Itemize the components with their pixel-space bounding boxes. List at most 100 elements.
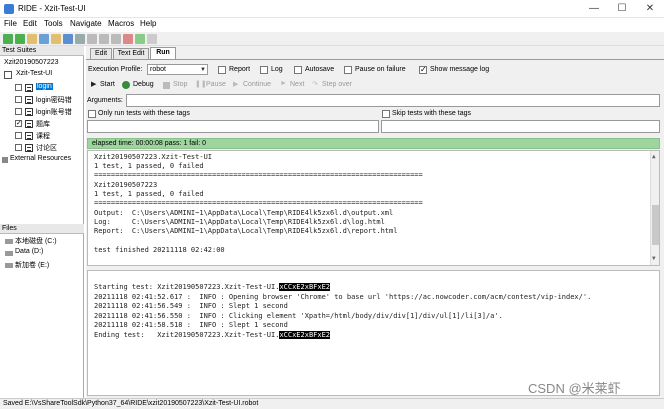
end-prefix: Ending test: Xzit20190507223.Xzit-Test-U…: [94, 331, 280, 339]
search-keywords-icon[interactable]: [87, 34, 97, 44]
step-over-button[interactable]: Step over: [322, 81, 352, 88]
tree-test-course[interactable]: 课程: [36, 131, 50, 141]
scroll-up-icon[interactable]: ▲: [652, 153, 656, 160]
output-line: Xzit20190507223: [94, 181, 158, 189]
menu-navigate[interactable]: Navigate: [70, 19, 102, 28]
open-directory-icon[interactable]: [51, 34, 61, 44]
tree-test-login[interactable]: login: [36, 83, 53, 90]
menu-help[interactable]: Help: [140, 19, 156, 28]
message-line-end: Ending test: Xzit20190507223.Xzit-Test-U…: [94, 331, 331, 339]
log-label: Log: [271, 66, 283, 73]
pause-icon: ❚❚: [195, 81, 207, 88]
minimize-button[interactable]: —: [580, 0, 608, 18]
tree-test-discussion[interactable]: 讨论区: [36, 143, 57, 153]
checkbox-test-course[interactable]: [15, 132, 22, 139]
menu-edit[interactable]: Edit: [23, 19, 37, 28]
continue-button[interactable]: Continue: [243, 81, 271, 88]
start-button[interactable]: Start: [100, 81, 115, 88]
tab-divider: [86, 59, 664, 60]
debug-button[interactable]: Debug: [133, 81, 154, 88]
run-icon[interactable]: [123, 34, 133, 44]
output-scrollbar[interactable]: ▲ ▼: [650, 151, 659, 265]
output-line: test finished 20211118 02:42:00: [94, 246, 225, 254]
save-icon[interactable]: [63, 34, 73, 44]
arguments-input[interactable]: [126, 94, 660, 107]
menu-file[interactable]: File: [4, 19, 17, 28]
test-case-icon[interactable]: [111, 34, 121, 44]
menu-macros[interactable]: Macros: [108, 19, 134, 28]
report-label: Report: [229, 66, 251, 73]
external-resources-icon: [2, 157, 8, 163]
scroll-down-icon[interactable]: ▼: [652, 255, 656, 262]
output-line: 1 test, 1 passed, 0 failed: [94, 190, 204, 198]
close-button[interactable]: ✕: [636, 0, 664, 18]
maximize-button[interactable]: ☐: [608, 0, 636, 18]
settings-icon[interactable]: [147, 34, 157, 44]
drive-e[interactable]: 新加卷 (E:): [15, 260, 49, 270]
skip-tags-label: Skip tests with these tags: [392, 110, 471, 117]
skip-tags-input[interactable]: [381, 120, 660, 133]
autosave-checkbox[interactable]: [294, 66, 302, 74]
output-log: Xzit20190507223.Xzit-Test-UI 1 test, 1 p…: [87, 150, 660, 266]
start-icon: ▶: [91, 81, 97, 88]
checkbox-test-login-pwd[interactable]: [15, 96, 22, 103]
save-all-icon[interactable]: [75, 34, 85, 44]
checkbox-test-login[interactable]: [15, 84, 22, 91]
forward-icon[interactable]: [15, 34, 25, 44]
end-highlight: xCCxE2xBFxE2: [279, 331, 331, 339]
menu-tools[interactable]: Tools: [44, 19, 63, 28]
test-case-icon: [25, 96, 33, 104]
message-line-start: Starting test: Xzit20190507223.Xzit-Test…: [94, 283, 331, 291]
output-line: Xzit20190507223.Xzit-Test-UI: [94, 153, 213, 161]
drive-d[interactable]: Data (D:): [15, 248, 43, 255]
next-icon: ►: [280, 80, 287, 87]
drive-icon: [5, 251, 13, 256]
debug-icon[interactable]: [135, 34, 145, 44]
checkbox-test-discussion[interactable]: [15, 144, 22, 151]
tab-text-edit[interactable]: Text Edit: [113, 48, 149, 59]
left-panel: Test Suites Xzit20190507223 Xzit-Test-UI…: [0, 46, 84, 398]
debug-icon: [122, 81, 130, 89]
only-run-tags-input[interactable]: [87, 120, 379, 133]
tab-run[interactable]: Run: [150, 47, 176, 59]
output-line: ========================================…: [94, 171, 423, 179]
tree-external-resources[interactable]: External Resources: [10, 155, 71, 162]
next-button[interactable]: Next: [290, 81, 304, 88]
log-checkbox[interactable]: [260, 66, 268, 74]
suite-icon: [4, 71, 12, 79]
tree-test-login-account[interactable]: login账号错: [36, 107, 72, 117]
output-line: 1 test, 1 passed, 0 failed: [94, 162, 204, 170]
back-icon[interactable]: [3, 34, 13, 44]
stop-button[interactable]: Stop: [173, 81, 187, 88]
drive-icon: [5, 263, 13, 268]
checkbox-test-question-bank[interactable]: [15, 119, 22, 127]
title-bar: RIDE - Xzit-Test-UI — ☐ ✕: [0, 0, 664, 18]
step-over-icon: ↷: [312, 81, 318, 88]
pause-button[interactable]: Pause: [206, 81, 226, 88]
tree-suite[interactable]: Xzit-Test-UI: [16, 70, 52, 77]
pause-on-failure-checkbox[interactable]: [344, 66, 352, 74]
skip-tags-checkbox[interactable]: [382, 110, 390, 118]
show-message-log-checkbox[interactable]: [419, 65, 427, 74]
new-file-icon[interactable]: [39, 34, 49, 44]
drive-c[interactable]: 本地磁盘 (C:): [15, 236, 57, 246]
menu-bar: File Edit Tools Navigate Macros Help: [0, 18, 664, 32]
tree-root[interactable]: Xzit20190507223: [4, 59, 59, 66]
only-run-tags-checkbox[interactable]: [88, 110, 96, 118]
keyword-icon[interactable]: [99, 34, 109, 44]
checkbox-test-login-account[interactable]: [15, 108, 22, 115]
report-checkbox[interactable]: [218, 66, 226, 74]
continue-icon: ▶: [233, 81, 239, 88]
tree-test-login-pwd[interactable]: login密码错: [36, 95, 72, 105]
open-folder-icon[interactable]: [27, 34, 37, 44]
test-case-icon: [25, 144, 33, 152]
tree-test-question-bank[interactable]: 题库: [36, 119, 50, 129]
tab-edit[interactable]: Edit: [90, 48, 112, 59]
autosave-label: Autosave: [305, 66, 335, 73]
output-scroll-thumb[interactable]: [652, 205, 659, 245]
watermark: CSDN @米莱虾: [528, 381, 621, 396]
execution-profile-value: robot: [150, 66, 166, 73]
execution-profile-select[interactable]: robot ▼: [147, 64, 208, 75]
window-title: RIDE - Xzit-Test-UI: [18, 4, 86, 13]
stop-icon: [163, 82, 170, 89]
